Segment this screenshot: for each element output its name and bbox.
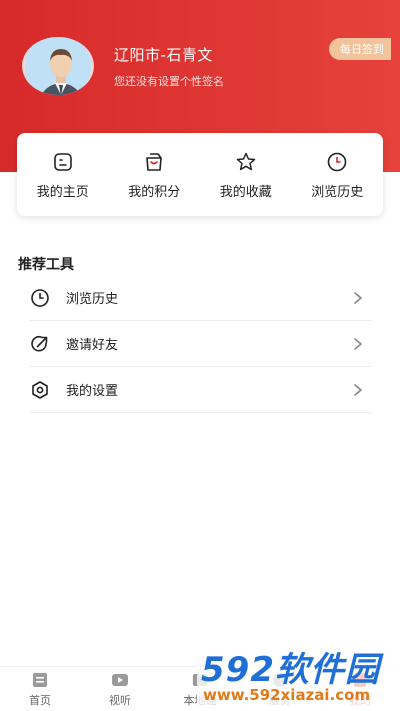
daily-signin-button[interactable]: 每日签到	[329, 38, 391, 60]
watermark-url: www.592xiazai.com	[203, 686, 371, 704]
quick-action-label: 我的主页	[36, 185, 89, 200]
quick-action-my-homepage[interactable]: 我的主页	[17, 133, 109, 216]
section-title-tools: 推荐工具	[18, 257, 74, 273]
person-icon	[25, 37, 91, 95]
tool-item-my-settings[interactable]: 我的设置	[30, 367, 372, 413]
star-icon	[236, 152, 255, 171]
user-signature[interactable]: 您还没有设置个性签名	[114, 73, 224, 89]
watermark: 592软件园 www.592xiazai.com	[197, 638, 400, 711]
quick-actions-card: 我的主页 我的积分 我的收藏 浏览历史	[17, 133, 383, 216]
tab-video[interactable]: 视听	[80, 667, 160, 711]
tool-item-label: 我的设置	[66, 384, 119, 399]
watermark-brand: 592软件园	[201, 650, 380, 690]
quick-action-label: 我的收藏	[219, 185, 272, 200]
tool-item-invite-friends[interactable]: 邀请好友	[30, 321, 372, 367]
user-name[interactable]: 辽阳市-石青文	[114, 44, 213, 65]
tab-label: 视听	[109, 694, 131, 707]
quick-action-label: 我的积分	[128, 185, 181, 200]
video-icon	[112, 674, 128, 686]
home-face-icon	[53, 153, 72, 171]
tool-item-label: 浏览历史	[66, 292, 119, 307]
tab-home[interactable]: 首页	[0, 667, 80, 711]
settings-icon	[32, 380, 48, 399]
bag-icon	[146, 153, 163, 171]
quick-action-label: 浏览历史	[311, 185, 364, 200]
quick-action-my-points[interactable]: 我的积分	[109, 133, 201, 216]
clock-icon	[31, 288, 49, 307]
chevron-right-icon	[354, 337, 362, 350]
clock-icon	[327, 152, 347, 172]
chevron-right-icon	[354, 383, 362, 396]
quick-action-browse-history[interactable]: 浏览历史	[292, 133, 384, 216]
avatar[interactable]	[22, 37, 94, 95]
quick-action-my-favorites[interactable]: 我的收藏	[200, 133, 292, 216]
home-icon	[33, 673, 47, 687]
tool-item-label: 邀请好友	[66, 338, 119, 353]
chevron-right-icon	[354, 291, 362, 304]
share-icon	[31, 335, 48, 351]
tab-label: 首页	[29, 694, 51, 707]
tool-item-browse-history[interactable]: 浏览历史	[30, 275, 372, 321]
